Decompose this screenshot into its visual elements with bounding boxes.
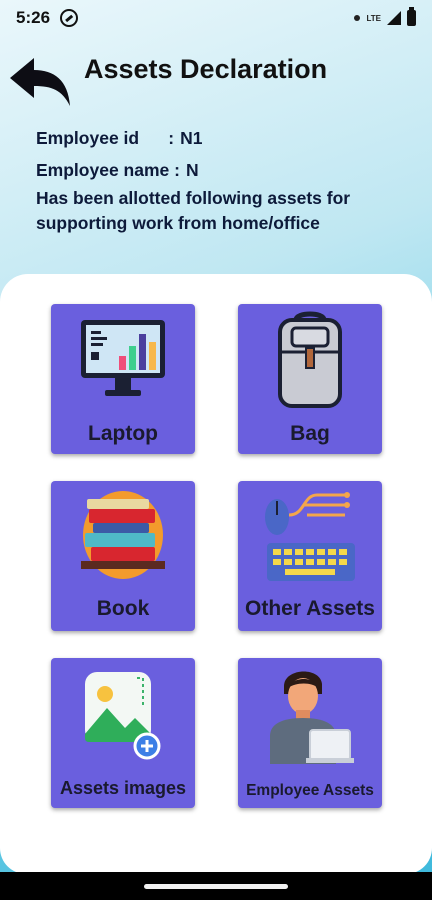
app-screen: 5:26 LTE Assets Declaration Employee id … <box>0 0 432 872</box>
employee-laptop-icon <box>270 671 354 764</box>
status-time: 5:26 <box>16 8 51 27</box>
employee-assets-tile-label: Employee Assets <box>246 782 374 799</box>
employee-name-value: N <box>185 159 199 180</box>
backpack-icon <box>278 311 342 408</box>
allotment-note: Has been allotted following assets for s… <box>36 188 351 233</box>
employee-assets-tile[interactable]: Employee Assets <box>238 658 382 808</box>
employee-id-label: Employee id : <box>36 127 175 148</box>
notification-app-icon <box>60 9 79 27</box>
notification-dot-icon <box>354 15 361 21</box>
other-assets-tile-label: Other Assets <box>245 597 375 620</box>
image-add-icon <box>85 672 161 760</box>
employee-info: Employee id : N1 Employee name : N Has b… <box>36 122 416 236</box>
assets-images-tile-label: Assets images <box>59 778 187 798</box>
page-title: Assets Declaration <box>84 54 328 84</box>
employee-name-row: Employee name : N <box>36 154 416 186</box>
network-type: LTE <box>366 13 381 23</box>
employee-id-row: Employee id : N1 <box>36 122 416 154</box>
bag-tile-label: Bag <box>290 422 330 445</box>
status-indicators: LTE <box>354 7 416 26</box>
status-bar: 5:26 LTE <box>0 0 432 36</box>
employee-name-label: Employee name : <box>36 159 180 180</box>
books-icon <box>81 491 165 579</box>
laptop-tile-label: Laptop <box>88 422 158 445</box>
keyboard-mouse-icon <box>265 492 355 581</box>
battery-icon <box>407 7 416 26</box>
asset-grid-card: Laptop Bag Book Other Assets Assets imag… <box>0 274 432 872</box>
back-button[interactable] <box>8 56 72 108</box>
bag-tile[interactable]: Bag <box>238 304 382 454</box>
other-assets-tile[interactable]: Other Assets <box>238 481 382 631</box>
laptop-icon <box>81 320 165 396</box>
assets-images-tile[interactable]: Assets images <box>51 658 195 808</box>
home-indicator[interactable] <box>144 884 288 889</box>
employee-id-value: N1 <box>180 127 203 148</box>
book-tile[interactable]: Book <box>51 481 195 631</box>
back-arrow-icon <box>10 58 70 106</box>
navigation-bar <box>0 872 432 900</box>
signal-icon <box>387 11 401 25</box>
laptop-tile[interactable]: Laptop <box>51 304 195 454</box>
book-tile-label: Book <box>96 597 150 620</box>
